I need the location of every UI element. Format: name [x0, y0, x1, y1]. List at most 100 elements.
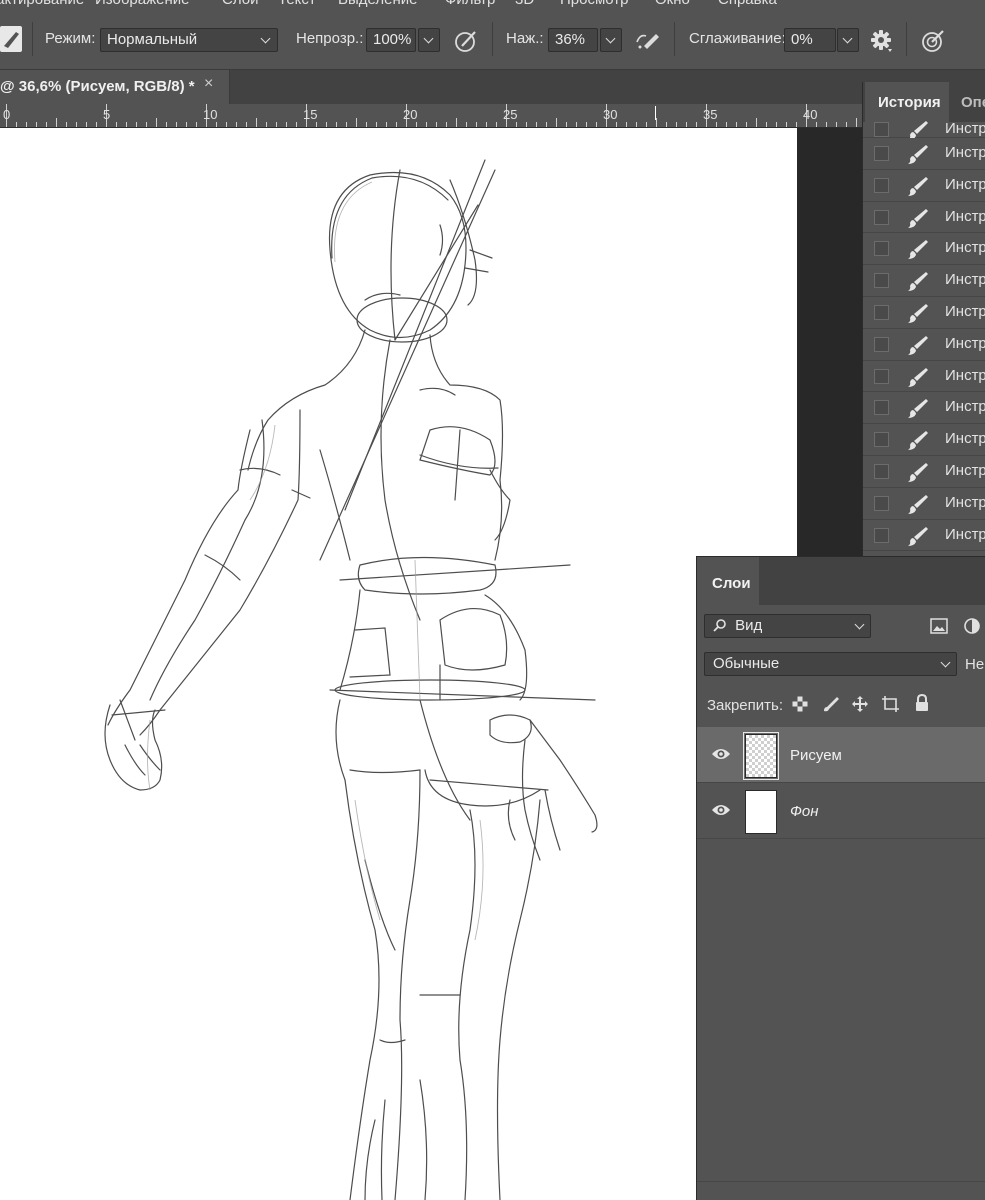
lock-artboard-icon[interactable]: [881, 695, 901, 716]
history-snapshot-checkbox[interactable]: [874, 122, 889, 137]
history-item[interactable]: Инструмент "Кисть": [863, 265, 985, 297]
brush-tool-preset-icon[interactable]: [0, 26, 22, 52]
menu-item[interactable]: Окно: [655, 0, 690, 8]
history-snapshot-checkbox[interactable]: [874, 209, 889, 225]
history-panel-tabs: История Опе: [863, 82, 985, 122]
history-item[interactable]: Инструмент "Кисть": [863, 201, 985, 234]
mode-select[interactable]: Нормальный: [100, 28, 278, 52]
ruler-tick: [96, 122, 97, 127]
brush-icon: [907, 493, 929, 518]
document-tab[interactable]: @ 36,6% (Рисуем, RGB/8) * ×: [0, 70, 230, 104]
layer-name[interactable]: Фон: [790, 803, 819, 820]
history-snapshot-checkbox[interactable]: [874, 463, 889, 479]
document-tab-bar: @ 36,6% (Рисуем, RGB/8) * ×: [0, 70, 985, 104]
tab-history[interactable]: История: [865, 82, 949, 122]
ruler-tick: [86, 122, 87, 127]
menu-item[interactable]: Выделение: [338, 0, 417, 8]
ruler-tick: [626, 122, 627, 127]
layer-filter-value: Вид: [735, 617, 763, 634]
ruler-tick: [276, 122, 277, 127]
menu-item[interactable]: Фильтр: [445, 0, 495, 8]
pressure-size-icon[interactable]: [920, 28, 946, 57]
history-item[interactable]: Инструмент "Кисть": [863, 233, 985, 266]
history-item-label: Инструмент "Кисть": [945, 271, 985, 289]
menu-item[interactable]: 3D: [515, 0, 534, 8]
history-item[interactable]: Инструмент "Кисть": [863, 296, 985, 329]
lock-all-icon[interactable]: [914, 693, 930, 715]
pressure-dropdown[interactable]: [600, 28, 622, 52]
horizontal-ruler[interactable]: 0 5 10 15 20 25 30 35 40: [0, 104, 862, 128]
history-snapshot-checkbox[interactable]: [874, 527, 889, 543]
brush-icon: [907, 270, 929, 295]
mode-label: Режим:: [45, 30, 96, 47]
history-item[interactable]: Инструмент "Кисть": [863, 392, 985, 425]
layer-row[interactable]: Фон: [697, 783, 985, 839]
eye-icon[interactable]: [711, 747, 731, 764]
ruler-tick: [296, 122, 297, 127]
menu-item[interactable]: Текст: [278, 0, 316, 8]
menu-item[interactable]: Справка: [718, 0, 777, 8]
history-snapshot-checkbox[interactable]: [874, 368, 889, 384]
image-filter-icon[interactable]: [930, 618, 948, 637]
history-snapshot-checkbox[interactable]: [874, 146, 889, 161]
smoothing-field[interactable]: 0%: [784, 28, 836, 52]
ruler-tick: [436, 122, 437, 127]
tab-layers[interactable]: Слои: [697, 557, 759, 605]
history-snapshot-checkbox[interactable]: [874, 177, 889, 193]
history-item[interactable]: Инструмент "Кисть": [863, 487, 985, 520]
blend-mode-value: Обычные: [713, 655, 780, 672]
document-canvas[interactable]: [0, 128, 797, 1200]
history-item[interactable]: Инструмент "Кисть": [863, 424, 985, 456]
menu-item[interactable]: Просмотр: [560, 0, 629, 8]
pressure-field[interactable]: 36%: [548, 28, 598, 52]
history-snapshot-checkbox[interactable]: [874, 241, 889, 257]
layer-row[interactable]: Рисуем: [697, 727, 985, 783]
ruler-tick: [456, 118, 457, 127]
menu-item[interactable]: Изображение: [95, 0, 190, 8]
blend-mode-select[interactable]: Обычные: [704, 652, 957, 676]
lock-image-pixels-icon[interactable]: [822, 695, 840, 716]
history-item[interactable]: Инструмент "Кисть": [863, 138, 985, 170]
airbrush-icon[interactable]: [634, 30, 662, 55]
history-snapshot-checkbox[interactable]: [874, 336, 889, 352]
history-item-label: Инструмент "Кисть": [945, 302, 985, 320]
history-item[interactable]: Инструмент "Кисть": [863, 169, 985, 202]
history-item-label: Инструмент "Кисть": [945, 175, 985, 193]
layer-name[interactable]: Рисуем: [790, 747, 842, 764]
close-icon[interactable]: ×: [204, 75, 213, 93]
adjustment-filter-icon[interactable]: [963, 617, 981, 638]
brush-icon: [907, 334, 929, 359]
eye-icon[interactable]: [711, 803, 731, 820]
history-item[interactable]: Инструмент "Кисть": [863, 455, 985, 488]
history-snapshot-checkbox[interactable]: [874, 400, 889, 416]
history-item[interactable]: Инструмент "Кисть": [863, 519, 985, 552]
history-snapshot-checkbox[interactable]: [874, 273, 889, 289]
search-icon: [713, 618, 727, 636]
ruler-tick: [396, 122, 397, 127]
ruler-tick: [546, 122, 547, 127]
opacity-dropdown[interactable]: [418, 28, 440, 52]
history-snapshot-checkbox[interactable]: [874, 432, 889, 448]
ruler-tick: [376, 122, 377, 127]
smoothing-dropdown[interactable]: [837, 28, 859, 52]
ruler-tick: [536, 122, 537, 127]
layer-filter-select[interactable]: Вид: [704, 614, 871, 638]
history-snapshot-checkbox[interactable]: [874, 304, 889, 320]
menu-item[interactable]: Редактирование: [0, 0, 84, 8]
brush-icon: [907, 397, 929, 422]
history-item[interactable]: Инструмент "Кисть": [863, 360, 985, 393]
opacity-field[interactable]: 100%: [366, 28, 416, 52]
history-snapshot-checkbox[interactable]: [874, 495, 889, 511]
chevron-down-icon: [854, 619, 865, 630]
menu-item[interactable]: Слои: [222, 0, 258, 8]
history-item[interactable]: Инструмент "Кисть": [863, 120, 985, 140]
history-panel: История Опе Инструмент "Кисть"Инструмент…: [862, 82, 985, 556]
tab-operations[interactable]: Опе: [961, 94, 985, 111]
pressure-opacity-icon[interactable]: [454, 28, 480, 57]
gear-icon[interactable]: [870, 29, 894, 56]
ruler-tick: [676, 122, 677, 127]
lock-transparent-pixels-icon[interactable]: [792, 696, 808, 715]
lock-position-icon[interactable]: [851, 695, 869, 716]
history-item[interactable]: Инструмент "Кисть": [863, 328, 985, 361]
brush-icon: [907, 302, 929, 327]
